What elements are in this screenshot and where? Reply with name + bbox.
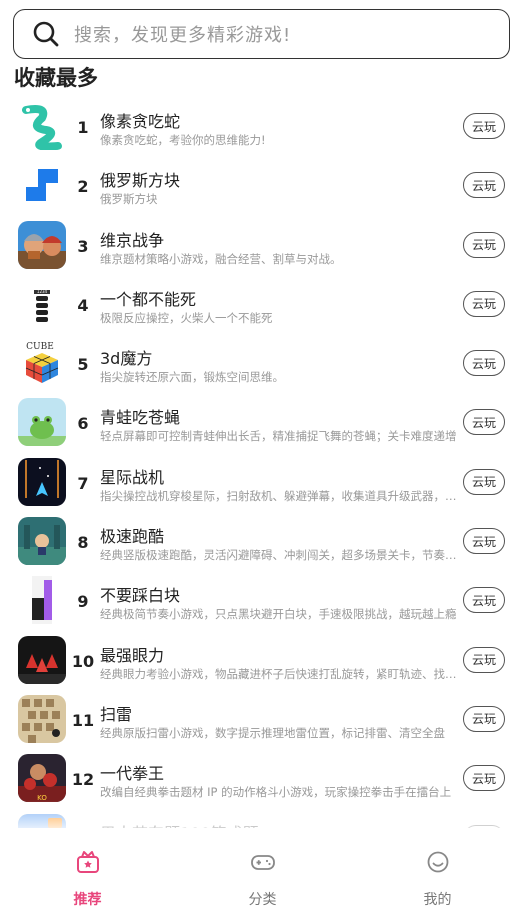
game-row[interactable]: CUBE 5 3d魔方 指尖旋转还原六面，锻炼空间思维。 云玩 (0, 333, 525, 392)
game-title: 一个都不能死 (100, 289, 197, 309)
game-row[interactable]: 2 俄罗斯方块 俄罗斯方块 云玩 (0, 155, 525, 214)
game-row[interactable]: 6 青蛙吃苍蝇 轻点屏幕即可控制青蛙伸出长舌，精准捕捉飞舞的苍蝇；关卡难度递增 云玩 (0, 392, 525, 451)
cloud-play-button[interactable]: 云玩 (463, 765, 505, 792)
search-input[interactable]: 搜索，发现更多精彩游戏! (74, 21, 291, 47)
piano-tiles-icon (18, 576, 66, 625)
rank-number: 1 (77, 118, 89, 137)
game-title: 星际战机 (100, 467, 165, 487)
game-title: 维京战争 (100, 230, 165, 250)
tab-label: 推荐 (73, 892, 102, 908)
search-bar[interactable]: 搜索，发现更多精彩游戏! (13, 9, 510, 59)
rank-number: 3 (77, 236, 89, 256)
game-description: 经典原版扫雷小游戏，数字提示推理地雷位置，标记排雷、清空全盘 (100, 725, 445, 740)
game-title: 扫雷 (100, 704, 133, 724)
game-title: 青蛙吃苍蝇 (100, 408, 181, 428)
game-title: 最强眼力 (100, 645, 165, 665)
cube-icon: CUBE (18, 339, 66, 388)
game-row[interactable]: 8 极速跑酷 经典竖版极速跑酷，灵活闪避障碍、冲刺闯关，超多场景关卡，节奏感十足 云玩 (0, 511, 525, 570)
stickman-icon: 1234 (18, 279, 66, 328)
cloud-play-button[interactable]: 云玩 (463, 528, 505, 555)
game-description: 轻点屏幕即可控制青蛙伸出长舌，精准捕捉飞舞的苍蝇；关卡难度递增 (100, 429, 457, 444)
game-title: 像素贪吃蛇 (100, 112, 181, 131)
runner-icon (18, 517, 66, 566)
game-title: 极速跑酷 (100, 527, 165, 547)
game-description: 俄罗斯方块 (100, 192, 158, 207)
game-title: 一代拳王 (100, 764, 165, 784)
rank-number: 10 (71, 651, 95, 671)
game-row[interactable]: 11 扫雷 经典原版扫雷小游戏，数字提示推理地雷位置，标记排雷、清空全盘 云玩 (0, 689, 525, 748)
vikings-icon (18, 220, 66, 269)
svg-text:CUBE: CUBE (26, 342, 54, 352)
cloud-play-button[interactable]: 云玩 (463, 587, 505, 614)
rank-number: 12 (71, 770, 95, 790)
game-row[interactable]: 9 不要踩白块 经典极简节奏小游戏，只点黑块避开白块，手速极限挑战，越玩越上瘾 云玩 (0, 570, 525, 629)
game-row[interactable]: 7 星际战机 指尖操控战机穿梭星际，扫射敌机、躲避弹幕，收集道具升级武器，挑战 云玩 (0, 452, 525, 511)
rank-number: 9 (77, 592, 89, 612)
tab-category[interactable]: 分类 (175, 835, 350, 913)
cups-icon (18, 635, 66, 684)
cloud-play-button[interactable]: 云玩 (463, 646, 505, 673)
cloud-play-button[interactable]: 云玩 (463, 409, 505, 436)
game-row[interactable]: 10 最强眼力 经典眼力考验小游戏，物品藏进杯子后快速打乱旋转，紧盯轨迹、找出答案云… (0, 630, 525, 689)
gift-icon (76, 851, 99, 873)
gamepad-icon (250, 855, 275, 870)
search-icon (33, 21, 59, 47)
rank-number: 2 (77, 177, 89, 197)
rank-number: 11 (71, 710, 95, 730)
tab-label: 分类 (248, 892, 277, 908)
game-description: 经典竖版极速跑酷，灵活闪避障碍、冲刺闯关，超多场景关卡，节奏感十足 (100, 548, 462, 563)
game-title: 俄罗斯方块 (100, 171, 181, 191)
game-description: 像素贪吃蛇，考验你的思维能力! (100, 133, 266, 147)
tab-label: 我的 (423, 892, 452, 908)
spaceship-icon (18, 457, 66, 506)
game-description: 经典眼力考验小游戏，物品藏进杯子后快速打乱旋转，紧盯轨迹、找出答案 (100, 666, 462, 681)
cloud-play-button[interactable]: 云玩 (463, 290, 505, 317)
cloud-play-button[interactable]: 云玩 (463, 231, 505, 258)
cloud-play-button[interactable]: 云玩 (463, 468, 505, 495)
game-description: 改编自经典拳击题材 IP 的动作格斗小游戏，玩家操控拳击手在擂台上 (100, 785, 452, 800)
game-description: 维京题材策略小游戏，融合经营、割草与对战。 (100, 251, 342, 266)
game-title: 3d魔方 (100, 349, 153, 369)
tab-mine[interactable]: 我的 (350, 835, 525, 913)
bottom-tab-bar: 推荐 分类 我的 (0, 835, 525, 913)
cloud-play-button[interactable]: 云玩 (463, 113, 505, 139)
cloud-play-button[interactable]: 云玩 (463, 172, 505, 199)
game-row[interactable]: KO 12 一代拳王 改编自经典拳击题材 IP 的动作格斗小游戏，玩家操控拳击手在擂台… (0, 748, 525, 807)
game-description: 极限反应操控，火柴人一个不能死 (100, 310, 273, 325)
tetris-icon (18, 161, 66, 210)
section-title: 收藏最多 (14, 66, 98, 90)
game-title: 不要踩白块 (100, 586, 181, 606)
game-row[interactable]: 1 像素贪吃蛇像素贪吃蛇，考验你的思维能力! 云玩 (0, 96, 525, 155)
rank-number: 7 (77, 473, 89, 493)
game-row[interactable]: 3 维京战争 维京题材策略小游戏，融合经营、割草与对战。 云玩 (0, 215, 525, 274)
boxing-icon: KO (18, 754, 66, 803)
rank-number: 5 (77, 355, 89, 375)
game-row[interactable]: 1234 4 一个都不能死 极限反应操控，火柴人一个不能死 云玩 (0, 274, 525, 333)
game-description: 指尖旋转还原六面，锻炼空间思维。 (100, 370, 284, 385)
tab-recommend[interactable]: 推荐 (0, 835, 175, 913)
game-description: 经典极简节奏小游戏，只点黑块避开白块，手速极限挑战，越玩越上瘾 (100, 607, 457, 622)
rank-number: 8 (77, 533, 89, 553)
minesweeper-icon (18, 694, 66, 743)
svg-text:1234: 1234 (37, 289, 48, 294)
frog-icon (18, 398, 66, 447)
rank-number: 4 (77, 295, 89, 315)
rank-number: 6 (77, 414, 89, 434)
cloud-play-button[interactable]: 云玩 (463, 350, 505, 377)
smile-icon (427, 851, 448, 873)
game-list: 1 像素贪吃蛇 像素贪吃蛇，考验你的思维能力! 云玩 2 俄罗斯方块 俄罗斯方块 云玩 3 维京战… (0, 96, 525, 828)
snake-icon (18, 102, 66, 150)
game-description: 指尖操控战机穿梭星际，扫射敌机、躲避弹幕，收集道具升级武器，挑战 (100, 488, 462, 503)
cloud-play-button[interactable]: 云玩 (463, 705, 505, 732)
